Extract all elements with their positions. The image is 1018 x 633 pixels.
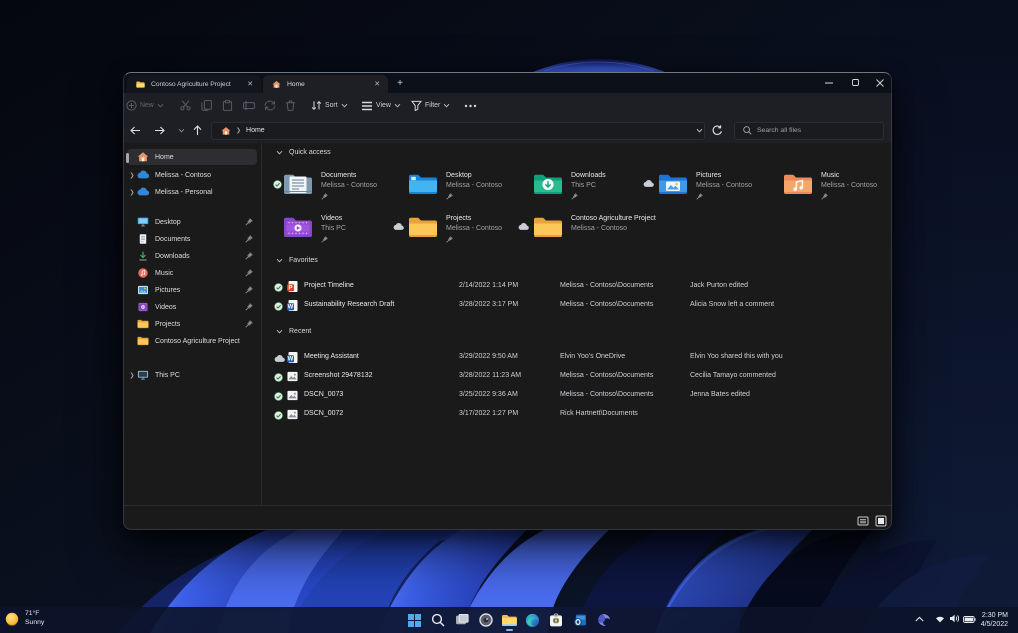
svg-text:P: P <box>288 285 293 292</box>
svg-text:W: W <box>288 357 294 363</box>
svg-text:W: W <box>288 305 294 311</box>
